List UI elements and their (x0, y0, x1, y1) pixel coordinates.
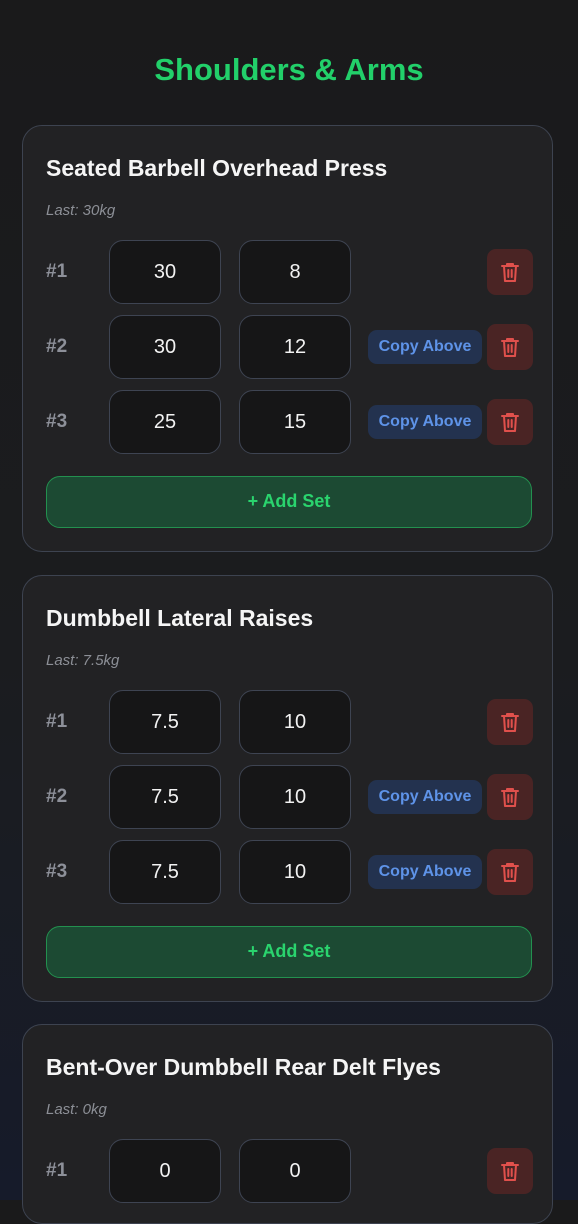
reps-input[interactable] (239, 240, 351, 304)
weight-input[interactable] (109, 240, 221, 304)
last-weight: Last: 0kg (46, 1101, 107, 1118)
copy-above-button[interactable]: Copy Above (368, 330, 482, 364)
weight-input[interactable] (109, 765, 221, 829)
set-number: #1 (46, 261, 68, 282)
weight-input[interactable] (109, 690, 221, 754)
last-weight: Last: 7.5kg (46, 652, 120, 669)
set-row: #2 Copy Above (23, 765, 554, 829)
delete-set-button[interactable] (487, 849, 533, 895)
reps-input[interactable] (239, 690, 351, 754)
delete-set-button[interactable] (487, 774, 533, 820)
weight-input[interactable] (109, 315, 221, 379)
copy-above-button[interactable]: Copy Above (368, 405, 482, 439)
exercise-card: Bent-Over Dumbbell Rear Delt Flyes Last:… (22, 1024, 553, 1224)
weight-input[interactable] (109, 390, 221, 454)
exercise-title: Bent-Over Dumbbell Rear Delt Flyes (46, 1054, 441, 1080)
set-number: #2 (46, 786, 68, 807)
trash-icon (501, 713, 519, 732)
add-set-button[interactable]: + Add Set (46, 926, 532, 978)
set-number: #1 (46, 711, 68, 732)
delete-set-button[interactable] (487, 249, 533, 295)
set-number: #2 (46, 336, 68, 357)
set-row: #2 Copy Above (23, 315, 554, 379)
exercise-title: Seated Barbell Overhead Press (46, 155, 388, 181)
weight-input[interactable] (109, 840, 221, 904)
reps-input[interactable] (239, 1139, 351, 1203)
set-row: #1 (23, 240, 554, 304)
trash-icon (501, 1162, 519, 1181)
copy-above-button[interactable]: Copy Above (368, 780, 482, 814)
delete-set-button[interactable] (487, 324, 533, 370)
delete-set-button[interactable] (487, 699, 533, 745)
set-row: #3 Copy Above (23, 840, 554, 904)
set-number: #3 (46, 861, 68, 882)
set-number: #3 (46, 411, 68, 432)
delete-set-button[interactable] (487, 399, 533, 445)
set-row: #1 (23, 690, 554, 754)
reps-input[interactable] (239, 840, 351, 904)
reps-input[interactable] (239, 390, 351, 454)
exercise-card: Seated Barbell Overhead Press Last: 30kg… (22, 125, 553, 552)
weight-input[interactable] (109, 1139, 221, 1203)
delete-set-button[interactable] (487, 1148, 533, 1194)
trash-icon (501, 788, 519, 807)
last-weight: Last: 30kg (46, 202, 116, 219)
page-title: Shoulders & Arms (154, 52, 424, 87)
reps-input[interactable] (239, 765, 351, 829)
trash-icon (501, 863, 519, 882)
set-number: #1 (46, 1160, 68, 1181)
exercise-title: Dumbbell Lateral Raises (46, 605, 314, 631)
copy-above-button[interactable]: Copy Above (368, 855, 482, 889)
set-row: #1 (23, 1139, 554, 1203)
reps-input[interactable] (239, 315, 351, 379)
exercise-card: Dumbbell Lateral Raises Last: 7.5kg #1 #… (22, 575, 553, 1002)
trash-icon (501, 338, 519, 357)
trash-icon (501, 413, 519, 432)
add-set-button[interactable]: + Add Set (46, 476, 532, 528)
set-row: #3 Copy Above (23, 390, 554, 454)
trash-icon (501, 263, 519, 282)
